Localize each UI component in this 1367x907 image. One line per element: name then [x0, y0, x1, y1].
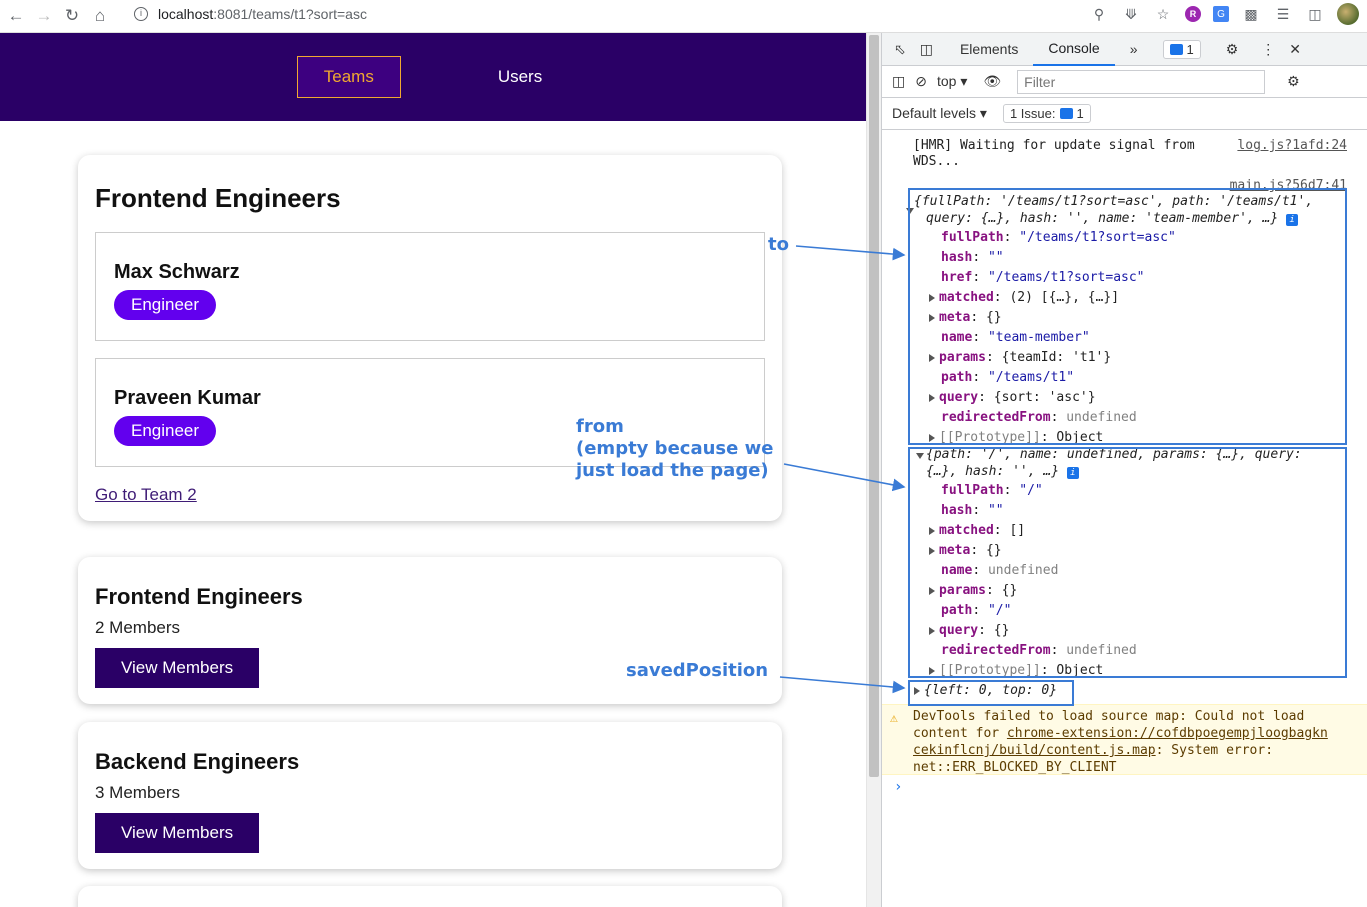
- team-list-item: [78, 886, 782, 907]
- source-link[interactable]: log.js?1afd:24: [1237, 138, 1347, 153]
- team-title: Frontend Engineers: [95, 183, 341, 213]
- info-icon[interactable]: i: [134, 7, 148, 21]
- share-icon[interactable]: ⟱: [1121, 4, 1141, 24]
- inspect-icon[interactable]: ⬁: [882, 33, 914, 66]
- go-to-team-link[interactable]: Go to Team 2: [95, 485, 197, 504]
- context-select[interactable]: top ▾: [937, 73, 967, 90]
- console-settings-icon[interactable]: ⚙: [1287, 73, 1300, 90]
- team-list-item: Backend Engineers 3 Members View Members: [78, 722, 782, 869]
- console-toolbar: ◫ ⊘ top ▾ 👁 Filter ⚙: [882, 66, 1367, 98]
- top-nav: Teams Users: [0, 33, 866, 121]
- annotation-to: to: [768, 234, 789, 255]
- scrollbar-thumb[interactable]: [869, 35, 879, 777]
- address-bar[interactable]: i localhost:8081/teams/t1?sort=asc: [134, 2, 1144, 26]
- saved-position-highlight-box: [908, 680, 1074, 706]
- source-map-link-cont[interactable]: cekinflcnj/build/content.js.map: [913, 743, 1156, 758]
- source-map-link[interactable]: chrome-extension://cofdbpoegempjloogbagk…: [1007, 726, 1328, 741]
- tab-console[interactable]: Console: [1033, 33, 1115, 66]
- message-icon: [1059, 108, 1073, 119]
- settings-gear-icon[interactable]: ⚙: [1211, 33, 1254, 66]
- from-highlight-box: [908, 447, 1347, 678]
- member-count: 3 Members: [95, 783, 181, 802]
- forward-icon[interactable]: →: [30, 2, 58, 30]
- view-members-button[interactable]: View Members: [95, 648, 260, 688]
- tab-elements[interactable]: Elements: [945, 33, 1033, 66]
- devtools-tabs: ⬁ ◫ Elements Console » 1 ⚙ ⋮ ✕: [882, 33, 1367, 66]
- view-members-button[interactable]: View Members: [95, 813, 260, 853]
- levels-dropdown[interactable]: Default levels ▾: [892, 105, 987, 122]
- log-message: [HMR] Waiting for update signal from: [913, 138, 1195, 153]
- to-highlight-box: [908, 188, 1347, 445]
- annotation-from-note-2: just load the page): [576, 460, 769, 481]
- filter-input[interactable]: Filter: [1017, 69, 1266, 94]
- member-item: Max Schwarz Engineer: [95, 232, 765, 341]
- back-icon[interactable]: ←: [2, 2, 30, 30]
- nav-users-link[interactable]: Users: [471, 56, 569, 98]
- extension-icon[interactable]: R: [1185, 6, 1201, 22]
- issues-badge[interactable]: 1: [1162, 39, 1201, 59]
- annotation-from-note: (empty because we: [576, 438, 774, 459]
- annotation-from: from: [576, 416, 624, 437]
- side-panel-icon[interactable]: ◫: [1305, 4, 1325, 24]
- translate-extension-icon[interactable]: G: [1213, 6, 1229, 22]
- profile-avatar[interactable]: [1337, 3, 1359, 25]
- live-expression-eye-icon[interactable]: 👁: [983, 73, 1001, 90]
- team-name: Frontend Engineers: [95, 584, 303, 609]
- reading-list-icon[interactable]: ☰: [1273, 4, 1293, 24]
- device-toolbar-icon[interactable]: ◫: [914, 33, 945, 66]
- warning-icon: ⚠: [890, 711, 898, 726]
- annotation-saved-position: savedPosition: [626, 660, 769, 681]
- nav-teams-link[interactable]: Teams: [296, 56, 401, 98]
- warning-message: ⚠ DevTools failed to load source map: Co…: [882, 704, 1367, 775]
- puzzle-icon[interactable]: ▩: [1241, 4, 1261, 24]
- issue-count-button[interactable]: 1 Issue: 1: [1002, 104, 1091, 123]
- member-name: Praveen Kumar: [114, 387, 261, 409]
- levels-bar: Default levels ▾ 1 Issue: 1: [882, 98, 1367, 130]
- more-tabs-icon[interactable]: »: [1115, 33, 1153, 66]
- close-icon[interactable]: ✕: [1283, 33, 1307, 66]
- reload-icon[interactable]: ↻: [58, 2, 86, 30]
- page-scrollbar[interactable]: [866, 33, 881, 907]
- member-count: 2 Members: [95, 618, 181, 637]
- role-badge: Engineer: [114, 290, 217, 320]
- kebab-menu-icon[interactable]: ⋮: [1253, 33, 1283, 66]
- zoom-icon[interactable]: ⚲: [1089, 4, 1109, 24]
- role-badge: Engineer: [114, 416, 217, 446]
- clear-console-icon[interactable]: ⊘: [915, 73, 927, 90]
- team-name: Backend Engineers: [95, 749, 300, 774]
- browser-toolbar: ← → ↻ ⌂ i localhost:8081/teams/t1?sort=a…: [0, 0, 1367, 33]
- url-path: :8081/teams/t1?sort=asc: [213, 6, 367, 22]
- member-name: Max Schwarz: [114, 261, 240, 283]
- bookmark-star-icon[interactable]: ☆: [1153, 4, 1173, 24]
- sidebar-toggle-icon[interactable]: ◫: [892, 73, 905, 90]
- message-icon: [1169, 43, 1183, 55]
- log-message: WDS...: [913, 154, 960, 169]
- home-icon[interactable]: ⌂: [86, 2, 114, 30]
- console-prompt-icon[interactable]: ›: [894, 779, 902, 795]
- url-host: localhost: [158, 6, 214, 22]
